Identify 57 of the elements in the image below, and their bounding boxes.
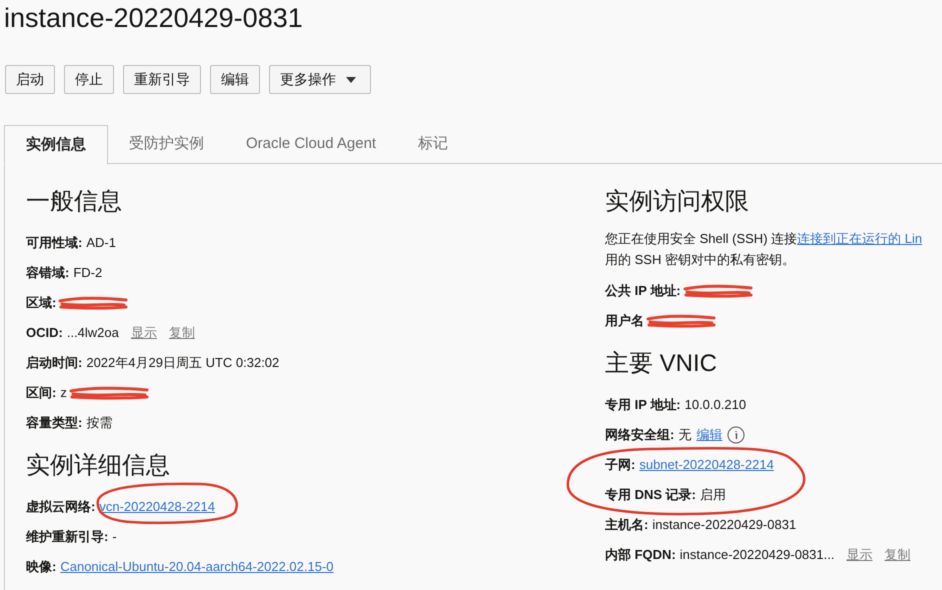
- toolbar-button[interactable]: 启动: [5, 65, 55, 94]
- link[interactable]: Canonical-Ubuntu-20.04-aarch64-2022.02.15-0: [60, 557, 334, 577]
- field-label: 主机名:: [605, 516, 648, 534]
- tab[interactable]: Oracle Cloud Agent: [225, 125, 398, 164]
- field-value: -: [112, 528, 117, 546]
- field-value: ...4lw2oa: [66, 324, 119, 342]
- description-paragraph: 您正在使用安全 Shell (SSH) 连接连接到正在运行的 Lin 用的 SSH 密钥对中的私有密钥。: [605, 230, 924, 269]
- field-label: 子网:: [605, 456, 636, 474]
- field-value: 2022年4月29日周五 UTC 0:32:02: [86, 354, 280, 372]
- tab[interactable]: 受防护实例: [108, 125, 225, 164]
- toolbar-button[interactable]: 编辑: [210, 65, 260, 94]
- field-value: 启用: [700, 486, 726, 504]
- action-link[interactable]: 复制: [168, 323, 195, 343]
- edit-link[interactable]: 编辑: [696, 425, 722, 445]
- field-label: 公共 IP 地址:: [605, 282, 681, 300]
- caret-icon: [346, 76, 356, 82]
- action-link[interactable]: 复制: [884, 545, 910, 565]
- page-title: instance-20220429-0831: [3, 2, 304, 34]
- field-label: 专用 IP 地址:: [605, 396, 681, 414]
- field-label: 容量类型:: [26, 414, 82, 432]
- tab[interactable]: 标记: [397, 125, 470, 164]
- field-label: 内部 FQDN:: [605, 546, 676, 564]
- toolbar-button[interactable]: 重新引导: [123, 65, 201, 94]
- field-value: FD-2: [73, 264, 102, 282]
- field-value: 按需: [86, 414, 112, 432]
- field-label: OCID:: [26, 324, 63, 342]
- link[interactable]: subnet-20220428-2214: [639, 455, 774, 475]
- action-link[interactable]: 显示: [846, 545, 872, 565]
- field-value: AD-1: [86, 234, 116, 252]
- section-heading: 实例详细信息: [26, 451, 171, 481]
- redaction-scribble: [646, 314, 716, 328]
- redaction-scribble: [682, 284, 753, 298]
- field-label: 区域:: [26, 294, 56, 312]
- tab[interactable]: 实例信息: [4, 125, 108, 165]
- field-label: 专用 DNS 记录:: [605, 486, 696, 504]
- field-label: 网络安全组:: [605, 426, 674, 444]
- field-value: instance-20220429-0831: [652, 516, 796, 534]
- field-value: z: [60, 384, 67, 402]
- dropdown-button[interactable]: 更多操作: [269, 65, 371, 94]
- field-label: 维护重新引导:: [26, 528, 108, 546]
- toolbar-button[interactable]: 停止: [64, 65, 114, 94]
- field-label: 容错域:: [26, 264, 70, 282]
- field-value: 无: [678, 426, 692, 444]
- field-label: 映像:: [26, 558, 56, 576]
- field-label: 启动时间:: [26, 354, 82, 372]
- field-value: 10.0.0.210: [684, 396, 746, 414]
- field-label: 可用性域:: [26, 234, 82, 252]
- section-heading: 主要 VNIC: [605, 349, 718, 379]
- section-heading: 一般信息: [26, 187, 123, 217]
- section-heading: 实例访问权限: [605, 187, 750, 217]
- field-label: 虚拟云网络:: [26, 498, 96, 516]
- field-label: 用户名: [605, 312, 644, 330]
- field-value: instance-20220429-0831...: [680, 546, 834, 564]
- field-label: 区间:: [26, 384, 56, 402]
- action-link[interactable]: 显示: [130, 323, 157, 343]
- redaction-scribble: [58, 296, 128, 310]
- link[interactable]: 连接到正在运行的 Lin: [797, 231, 922, 246]
